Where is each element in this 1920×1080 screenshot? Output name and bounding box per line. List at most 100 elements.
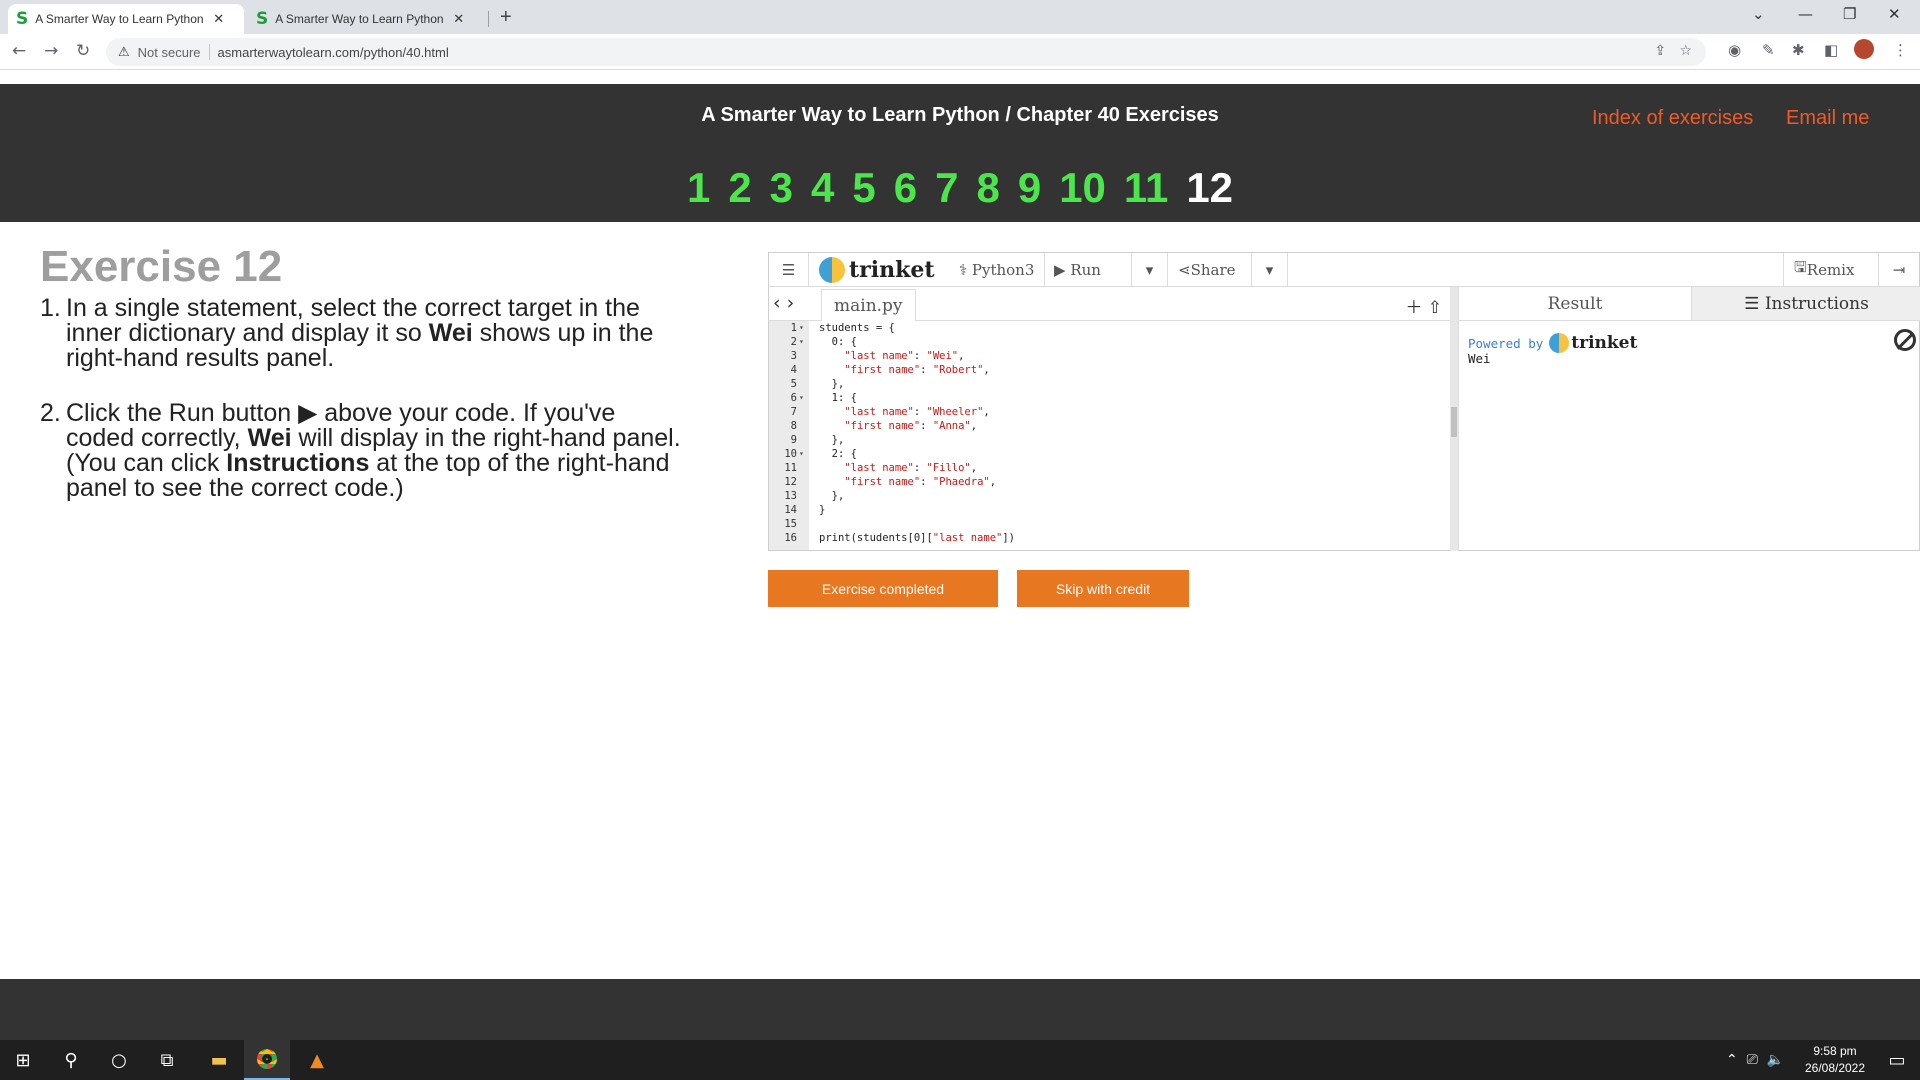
line-number: 4 (790, 364, 797, 376)
index-of-exercises-link[interactable]: Index of exercises (1592, 107, 1753, 130)
system-clock[interactable]: 9:58 pm 26/08/2022 (1796, 1043, 1874, 1077)
exercise-page-link[interactable]: 4 (811, 164, 834, 212)
extension-icon[interactable]: ◉ (1728, 41, 1741, 59)
close-tab-icon[interactable]: ✕ (453, 11, 464, 27)
run-options-dropdown[interactable]: ▾ (1132, 253, 1168, 286)
code-text: "first name": "Phaedra", (844, 476, 997, 488)
share-options-dropdown[interactable]: ▾ (1252, 253, 1288, 286)
line-number: 8 (790, 420, 797, 432)
line-number: 1 (790, 322, 797, 334)
browser-menu-icon[interactable]: ⋮ (1893, 41, 1908, 59)
share-page-icon[interactable]: ⇪ ☆ (1654, 43, 1692, 59)
instruction-number: 1. (40, 294, 61, 322)
exercise-pager: 1 2 3 4 5 6 7 8 9 10 11 12 (0, 164, 1920, 212)
url-text[interactable]: asmarterwaytolearn.com/python/40.html (218, 45, 449, 60)
line-number: 12 (784, 476, 797, 488)
exercise-page-link[interactable]: 2 (728, 164, 751, 212)
scroll-tabs-icon[interactable]: ‹ › (773, 292, 794, 314)
program-output: Wei (1468, 351, 1491, 366)
exercise-page-link[interactable]: 8 (976, 164, 999, 212)
fold-arrow-icon[interactable]: ▾ (799, 335, 804, 349)
trinket-toolbar: ☰ trinket ⚕ Python3 ▶ Run ▾ ⋖ Share ▾ 🖫 Re… (769, 253, 1919, 287)
windows-start-icon[interactable]: ⊞ (0, 1040, 46, 1080)
file-tab-row: ‹ › main.py ＋ ⇧ (769, 287, 1450, 321)
address-bar[interactable]: ⚠ Not secure asmarterwaytolearn.com/pyth… (106, 38, 1706, 66)
trinket-logo-text: trinket (849, 256, 935, 283)
exercise-page-link[interactable]: 6 (894, 164, 917, 212)
minimize-icon[interactable]: — (1798, 5, 1813, 23)
exercise-page-link[interactable]: 10 (1059, 164, 1106, 212)
chrome-icon[interactable] (244, 1040, 290, 1080)
restore-icon[interactable]: ❐ (1843, 5, 1856, 23)
current-exercise-page[interactable]: 12 (1186, 164, 1233, 212)
tray-icons[interactable]: ⌃ ⎚ 🔈 (1726, 1040, 1784, 1080)
notifications-icon[interactable]: ▭ (1874, 1040, 1920, 1080)
extensions-puzzle-icon[interactable]: ✱ (1792, 41, 1805, 59)
tab-search-icon[interactable]: ⌄ (1752, 5, 1765, 23)
code-text: "first name": "Anna", (844, 420, 978, 432)
exercise-page-link[interactable]: 9 (1018, 164, 1041, 212)
login-icon[interactable]: ⇥ (1879, 253, 1919, 286)
cortana-icon[interactable]: ○ (96, 1040, 142, 1080)
instruction-text: In a single statement, select the correc… (66, 294, 654, 372)
page-top-gap (0, 71, 1920, 84)
warning-icon: ⚠ (118, 44, 130, 60)
new-tab-button[interactable]: + (500, 6, 512, 29)
exercise-page-link[interactable]: 1 (687, 164, 710, 212)
forward-icon[interactable]: → (44, 41, 58, 61)
exercise-page-link[interactable]: 5 (852, 164, 875, 212)
search-icon[interactable]: ⚲ (48, 1040, 94, 1080)
instruction-text: Click the Run button ▶ above your code. … (66, 399, 681, 502)
browser-toolbar: ← → ↻ ⚠ Not secure asmarterwaytolearn.co… (0, 34, 1920, 70)
exercise-page-link[interactable]: 7 (935, 164, 958, 212)
tab-instructions[interactable]: ☰ Instructions (1691, 287, 1920, 320)
browser-tab[interactable]: S A Smarter Way to Learn Python - ✕ (248, 4, 484, 34)
fold-arrow-icon[interactable]: ▾ (799, 321, 804, 335)
trinket-logo[interactable]: trinket (809, 253, 945, 286)
remix-button[interactable]: 🖫 Remix (1783, 253, 1879, 286)
omnibox-divider (208, 44, 210, 60)
run-button[interactable]: ▶ Run (1044, 253, 1132, 286)
reload-icon[interactable]: ↻ (76, 41, 90, 61)
line-number: 6 (790, 392, 797, 404)
line-number: 5 (790, 378, 797, 390)
side-panel-icon[interactable]: ◧ (1824, 41, 1838, 59)
site-footer (0, 979, 1920, 1040)
trinket-logo-text: trinket (1571, 333, 1638, 353)
profile-avatar[interactable] (1854, 39, 1874, 59)
close-window-icon[interactable]: ✕ (1888, 5, 1901, 23)
hamburger-menu-icon[interactable]: ☰ (769, 253, 809, 286)
file-tab-main-py[interactable]: main.py (821, 289, 916, 321)
close-tab-icon[interactable]: ✕ (213, 11, 224, 27)
scrollbar-thumb[interactable] (1451, 407, 1457, 437)
language-indicator[interactable]: ⚕ Python3 (949, 253, 1046, 286)
exercise-page-link[interactable]: 3 (770, 164, 793, 212)
browser-tab[interactable]: S A Smarter Way to Learn Python - ✕ (8, 4, 244, 34)
fold-arrow-icon[interactable]: ▾ (799, 391, 804, 405)
skip-with-credit-button[interactable]: Skip with credit (1017, 570, 1189, 607)
task-view-icon[interactable]: ⧉ (144, 1040, 190, 1080)
extension-pen-icon[interactable]: ✎ (1762, 41, 1775, 59)
code-text: "last name": "Wheeler", (844, 406, 990, 418)
email-me-link[interactable]: Email me (1786, 107, 1869, 130)
exercise-title: Exercise 12 (40, 242, 283, 291)
share-button[interactable]: ⋖ Share (1168, 253, 1252, 286)
tab-result[interactable]: Result (1459, 287, 1691, 320)
exercise-completed-button[interactable]: Exercise completed (768, 570, 998, 607)
stop-icon[interactable] (1894, 329, 1916, 351)
code-text: "first name": "Robert", (844, 364, 990, 376)
back-icon[interactable]: ← (12, 41, 26, 61)
editor-scrollbar[interactable] (1450, 287, 1458, 551)
clock-date: 26/08/2022 (1804, 1061, 1866, 1075)
code-text: print(students[0]["last name"]) (819, 532, 1015, 544)
exercise-page-link[interactable]: 11 (1124, 164, 1168, 212)
fold-arrow-icon[interactable]: ▾ (799, 447, 804, 461)
powered-by-trinket[interactable]: Powered by trinket (1468, 333, 1637, 353)
trinket-logo-icon (1549, 333, 1570, 353)
add-file-icon[interactable]: ＋ ⇧ (1405, 293, 1442, 318)
code-editor[interactable]: 1 ▾ students = {2 ▾ 0: {3 "last name": "Wei… (769, 321, 1450, 550)
share-icon: ⋖ (1178, 260, 1191, 279)
file-explorer-icon[interactable]: ▬ (196, 1040, 242, 1080)
vlc-icon[interactable]: ▲ (294, 1040, 340, 1080)
clock-time: 9:58 pm (1813, 1044, 1857, 1058)
